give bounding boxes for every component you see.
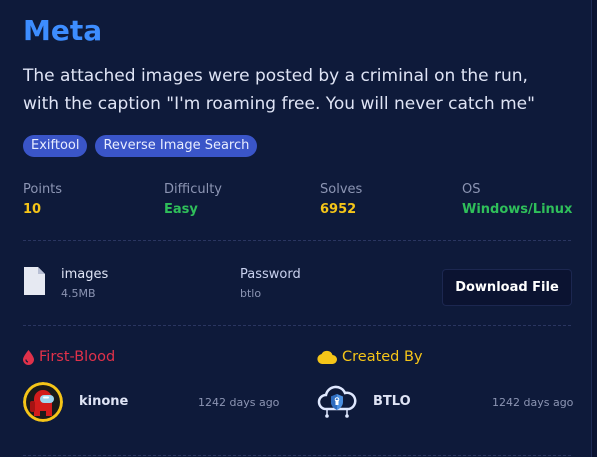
divider: [23, 325, 571, 326]
first-blood-avatar[interactable]: [23, 382, 63, 422]
stat-points: Points 10: [23, 182, 62, 217]
first-blood-time: 1242 days ago: [198, 396, 280, 409]
password-label: Password: [240, 267, 301, 282]
stat-solves-label: Solves: [320, 182, 363, 197]
stat-difficulty-label: Difficulty: [164, 182, 222, 197]
creator-time: 1242 days ago: [492, 396, 574, 409]
first-blood-heading: First-Blood: [23, 349, 115, 365]
cloud-icon: [317, 350, 337, 364]
divider: [23, 240, 571, 241]
file-icon: [24, 267, 45, 295]
tag-list: Exiftool Reverse Image Search: [23, 135, 258, 157]
challenge-description: The attached images were posted by a cri…: [23, 66, 535, 114]
stat-os-label: OS: [462, 182, 481, 197]
stat-os-value: Windows/Linux: [462, 202, 573, 217]
password-value: btlo: [240, 287, 262, 300]
stat-points-label: Points: [23, 182, 63, 197]
file-name: images: [61, 267, 109, 282]
blood-drop-icon: [23, 349, 34, 365]
stat-solves-value: 6952: [320, 202, 357, 217]
stat-solves: Solves 6952: [320, 182, 362, 217]
creator-username[interactable]: BTLO: [373, 394, 411, 409]
stat-points-value: 10: [23, 202, 42, 217]
challenge-title: Meta: [23, 14, 103, 47]
stat-os: OS Windows/Linux: [462, 182, 572, 217]
file-size: 4.5MB: [61, 287, 96, 300]
download-file-button[interactable]: Download File: [442, 269, 572, 306]
stat-difficulty-value: Easy: [164, 202, 198, 217]
creator-avatar[interactable]: [317, 382, 357, 422]
divider: [23, 455, 571, 456]
first-blood-label: First-Blood: [39, 349, 116, 365]
tag-reverse-image-search[interactable]: Reverse Image Search: [95, 135, 258, 157]
created-by-label: Created By: [342, 349, 423, 365]
stat-difficulty: Difficulty Easy: [164, 182, 222, 217]
challenge-card: Meta The attached images were posted by …: [0, 0, 592, 457]
created-by-heading: Created By: [317, 349, 423, 365]
tag-exiftool[interactable]: Exiftool: [23, 135, 88, 157]
first-blood-username[interactable]: kinone: [79, 394, 128, 409]
